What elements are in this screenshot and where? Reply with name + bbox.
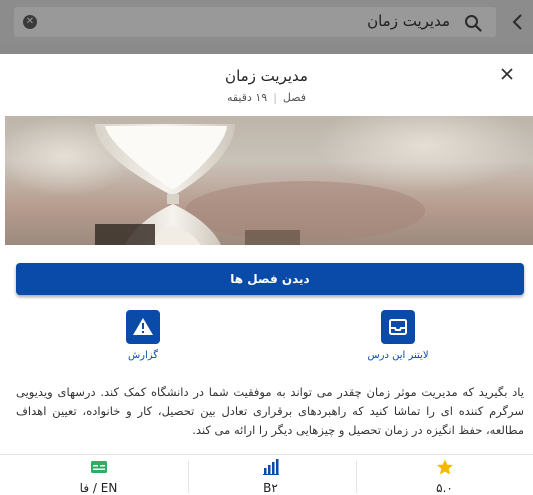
report-button[interactable] <box>126 310 160 344</box>
leitner-action[interactable]: لایتنر این درس <box>338 310 458 370</box>
hourglass-image <box>5 116 533 245</box>
course-title: مدیریت زمان <box>225 67 308 85</box>
view-chapters-button[interactable]: دیدن فصل ها <box>16 263 524 295</box>
course-type: فصل <box>282 91 307 104</box>
level-stat: B۲ <box>182 455 359 495</box>
report-action[interactable]: گزارش <box>83 310 203 370</box>
leitner-label: لایتنر این درس <box>367 350 429 361</box>
inbox-icon <box>389 319 407 335</box>
level-bars-icon <box>262 459 279 475</box>
course-duration: ۱۹ دقیقه <box>226 91 268 104</box>
warning-icon <box>133 318 153 335</box>
translate-icon <box>90 461 107 473</box>
search-icon <box>465 15 482 32</box>
star-icon <box>436 459 453 475</box>
level-value: B۲ <box>263 481 278 495</box>
hourglass-illustration <box>5 116 533 245</box>
course-stats: ۵.۰ B۲ فا / EN <box>0 454 533 495</box>
language-stat: فا / EN <box>10 455 187 495</box>
divider <box>188 461 189 493</box>
search-input[interactable]: مدیریت زمان <box>367 12 450 30</box>
app-screen: ✕ مدیریت زمان مدیریت زمان فصل|۱۹ دقیقه د… <box>0 0 533 495</box>
back-arrow-icon[interactable] <box>511 12 525 32</box>
search-field[interactable]: ✕ مدیریت زمان <box>14 7 496 37</box>
rating-stat: ۵.۰ <box>356 455 533 495</box>
clear-search-icon[interactable]: ✕ <box>23 15 37 29</box>
report-label: گزارش <box>127 350 159 361</box>
language-value: فا / EN <box>79 481 118 495</box>
search-bar: ✕ مدیریت زمان <box>0 0 533 44</box>
course-description: یاد بگیرید که مدیریت موثر زمان چقدر می ت… <box>16 385 524 437</box>
rating-value: ۵.۰ <box>436 481 453 495</box>
leitner-button[interactable] <box>381 310 415 344</box>
course-sheet: مدیریت زمان فصل|۱۹ دقیقه دیدن فصل ها لای… <box>0 54 533 495</box>
course-meta: فصل|۱۹ دقیقه <box>226 91 307 104</box>
